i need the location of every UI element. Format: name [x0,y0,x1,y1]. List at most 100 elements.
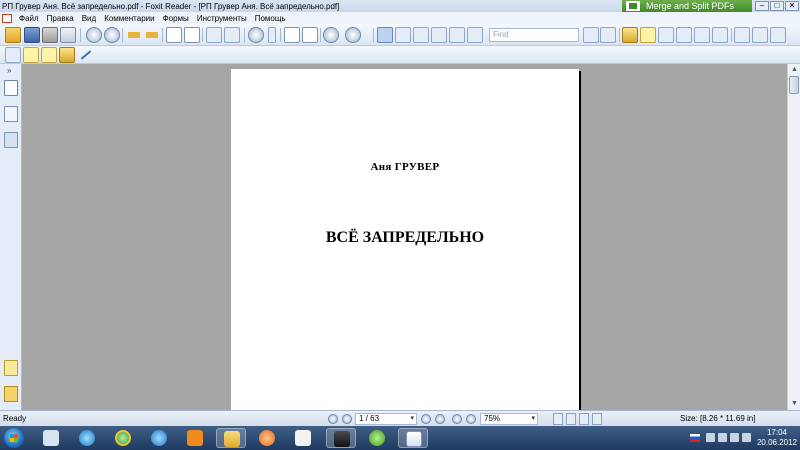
single-page-view-icon[interactable] [553,413,563,425]
back-view-button[interactable] [452,414,462,424]
email-icon[interactable] [60,27,76,43]
back-arrow-icon[interactable] [126,27,142,43]
undo-icon[interactable] [206,27,222,43]
scroll-up-icon[interactable]: ▲ [790,65,799,74]
taskbar-app[interactable] [108,428,138,448]
find-input[interactable]: Find [489,28,579,42]
save-icon[interactable] [24,27,40,43]
pdf-page: Аня ГРУВЕР ВСЁ ЗАПРЕДЕЛЬНО [231,69,579,410]
taskbar-app[interactable] [326,428,356,448]
zoom-in-icon[interactable] [345,27,361,43]
text-viewer-icon[interactable] [449,27,465,43]
note-icon[interactable] [640,27,656,43]
network-icon[interactable] [718,433,727,442]
page-down-icon[interactable] [104,27,120,43]
attachments-panel-icon[interactable] [4,386,18,402]
expand-panel-icon[interactable]: » [7,66,11,75]
highlight-icon[interactable] [694,27,710,43]
stamp-tool-icon[interactable] [5,47,21,63]
bookmarks-icon[interactable] [4,80,18,96]
last-page-button[interactable] [435,414,445,424]
zoom-dropdown-icon[interactable] [268,27,276,43]
menu-edit[interactable]: Правка [43,14,78,23]
document-viewer[interactable]: Аня ГРУВЕР ВСЁ ЗАПРЕДЕЛЬНО [22,64,787,410]
text-box-icon[interactable] [752,27,768,43]
select-text-icon[interactable] [395,27,411,43]
maximize-button[interactable]: □ [770,1,784,11]
edit-icon[interactable] [734,27,750,43]
fit-width-icon[interactable] [302,27,318,43]
clock-date[interactable]: 20.06.2012 [756,438,798,447]
merge-split-banner[interactable]: Merge and Split PDFs [622,0,752,12]
form-icon[interactable] [676,27,692,43]
first-page-icon[interactable] [86,27,102,43]
scroll-down-icon[interactable]: ▼ [790,399,799,408]
tray-status-icon[interactable] [742,433,751,442]
zoom-field[interactable]: 75% ▾ [480,413,538,425]
menu-view[interactable]: Вид [78,14,100,23]
odnoklassniki-icon [187,430,203,446]
sign-icon[interactable] [770,27,786,43]
continuous-view-icon[interactable] [566,413,576,425]
menu-help[interactable]: Помощь [251,14,290,23]
arrow-tool-icon[interactable] [77,47,93,63]
typewriter-icon[interactable] [658,27,674,43]
forward-arrow-icon[interactable] [144,27,160,43]
next-page-button[interactable] [421,414,431,424]
pages-icon[interactable] [4,106,18,122]
rotate-page-icon[interactable] [166,27,182,43]
find-previous-icon[interactable] [583,27,599,43]
hand-tool-icon[interactable] [377,27,393,43]
taskbar-app[interactable] [144,428,174,448]
text-note-icon[interactable] [41,47,57,63]
menu-tools[interactable]: Инструменты [193,14,251,23]
window-title: РП Грувер Аня. Всё запредельно.pdf - Fox… [2,1,340,11]
taskbar-app[interactable] [180,428,210,448]
forward-view-button[interactable] [466,414,476,424]
facing-view-icon[interactable] [579,413,589,425]
menu-forms[interactable]: Формы [159,14,193,23]
comment-icon[interactable] [23,47,39,63]
redo-icon[interactable] [224,27,240,43]
page-number-field[interactable]: 1 / 63 ▾ [355,413,417,425]
taskbar-app[interactable] [398,428,428,448]
menu-comments[interactable]: Комментарии [100,14,158,23]
taskbar-app[interactable] [36,428,66,448]
zoom-icon[interactable] [248,27,264,43]
language-flag-icon[interactable] [690,434,700,442]
fit-page-icon[interactable] [284,27,300,43]
snapshot-icon[interactable] [431,27,447,43]
continuous-facing-view-icon[interactable] [592,413,602,425]
toolbar-separator [731,28,732,42]
pointer-icon[interactable] [413,27,429,43]
close-button[interactable]: ✕ [785,1,799,11]
zoom-out-icon[interactable] [323,27,339,43]
foxit-app-icon[interactable] [2,13,12,23]
image-tool-icon[interactable] [467,27,483,43]
taskbar-app[interactable] [288,428,318,448]
first-page-button[interactable] [328,414,338,424]
stamp-icon[interactable] [712,27,728,43]
comments-panel-icon[interactable] [4,360,18,376]
minimize-button[interactable]: – [755,1,769,11]
scroll-thumb[interactable] [789,76,799,94]
sticky-note-icon[interactable] [59,47,75,63]
previous-page-button[interactable] [342,414,352,424]
menu-file[interactable]: Файл [15,14,43,23]
start-button[interactable] [4,428,24,448]
taskbar-app[interactable] [362,428,392,448]
taskbar-app[interactable] [252,428,282,448]
attach-icon[interactable] [622,27,638,43]
taskbar-app[interactable] [216,428,246,448]
open-folder-icon[interactable] [5,27,21,43]
rotate-counter-icon[interactable] [184,27,200,43]
explorer-folder-icon [224,431,240,447]
taskbar-app[interactable] [72,428,102,448]
print-icon[interactable] [42,27,58,43]
clock-time[interactable]: 17:04 [756,428,798,437]
find-next-icon[interactable] [600,27,616,43]
vertical-scrollbar[interactable]: ▲ ▼ [787,64,800,410]
tray-app-icon[interactable] [706,433,715,442]
volume-icon[interactable] [730,433,739,442]
layers-icon[interactable] [4,132,18,148]
